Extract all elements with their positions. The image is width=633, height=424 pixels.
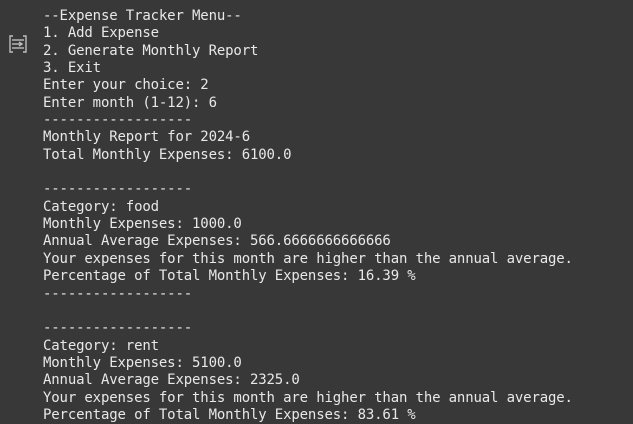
console-output: --Expense Tracker Menu-- 1. Add Expense … xyxy=(43,8,628,424)
output-line: ------------------ xyxy=(43,320,193,337)
output-line: Your expenses for this month are higher … xyxy=(43,250,573,267)
output-line: Enter your choice: 2 xyxy=(43,77,209,94)
output-line: Percentage of Total Monthly Expenses: 16… xyxy=(43,268,416,285)
output-line: ------------------ xyxy=(43,285,193,302)
output-line: Annual Average Expenses: 566.66666666666… xyxy=(43,233,391,250)
output-line: Enter month (1-12): 6 xyxy=(43,94,217,111)
output-line: Monthly Expenses: 5100.0 xyxy=(43,354,242,371)
output-line: Monthly Expenses: 1000.0 xyxy=(43,216,242,233)
output-line: Your expenses for this month are higher … xyxy=(43,389,573,406)
output-line: 3. Exit xyxy=(43,60,101,77)
output-line: --Expense Tracker Menu-- xyxy=(43,8,242,24)
output-line: Total Monthly Expenses: 6100.0 xyxy=(43,146,292,163)
output-line: ------------------ xyxy=(43,112,193,129)
output-line: 2. Generate Monthly Report xyxy=(43,42,259,59)
output-collapse-icon[interactable] xyxy=(7,33,31,55)
output-line: Category: food xyxy=(43,198,159,215)
output-gutter xyxy=(0,0,37,422)
output-line: 1. Add Expense xyxy=(43,25,159,42)
output-line: Monthly Report for 2024-6 xyxy=(43,129,250,146)
output-line: Category: rent xyxy=(43,337,159,354)
output-line: Percentage of Total Monthly Expenses: 83… xyxy=(43,406,416,423)
output-line: ------------------ xyxy=(43,181,193,198)
output-line: Annual Average Expenses: 2325.0 xyxy=(43,372,300,389)
